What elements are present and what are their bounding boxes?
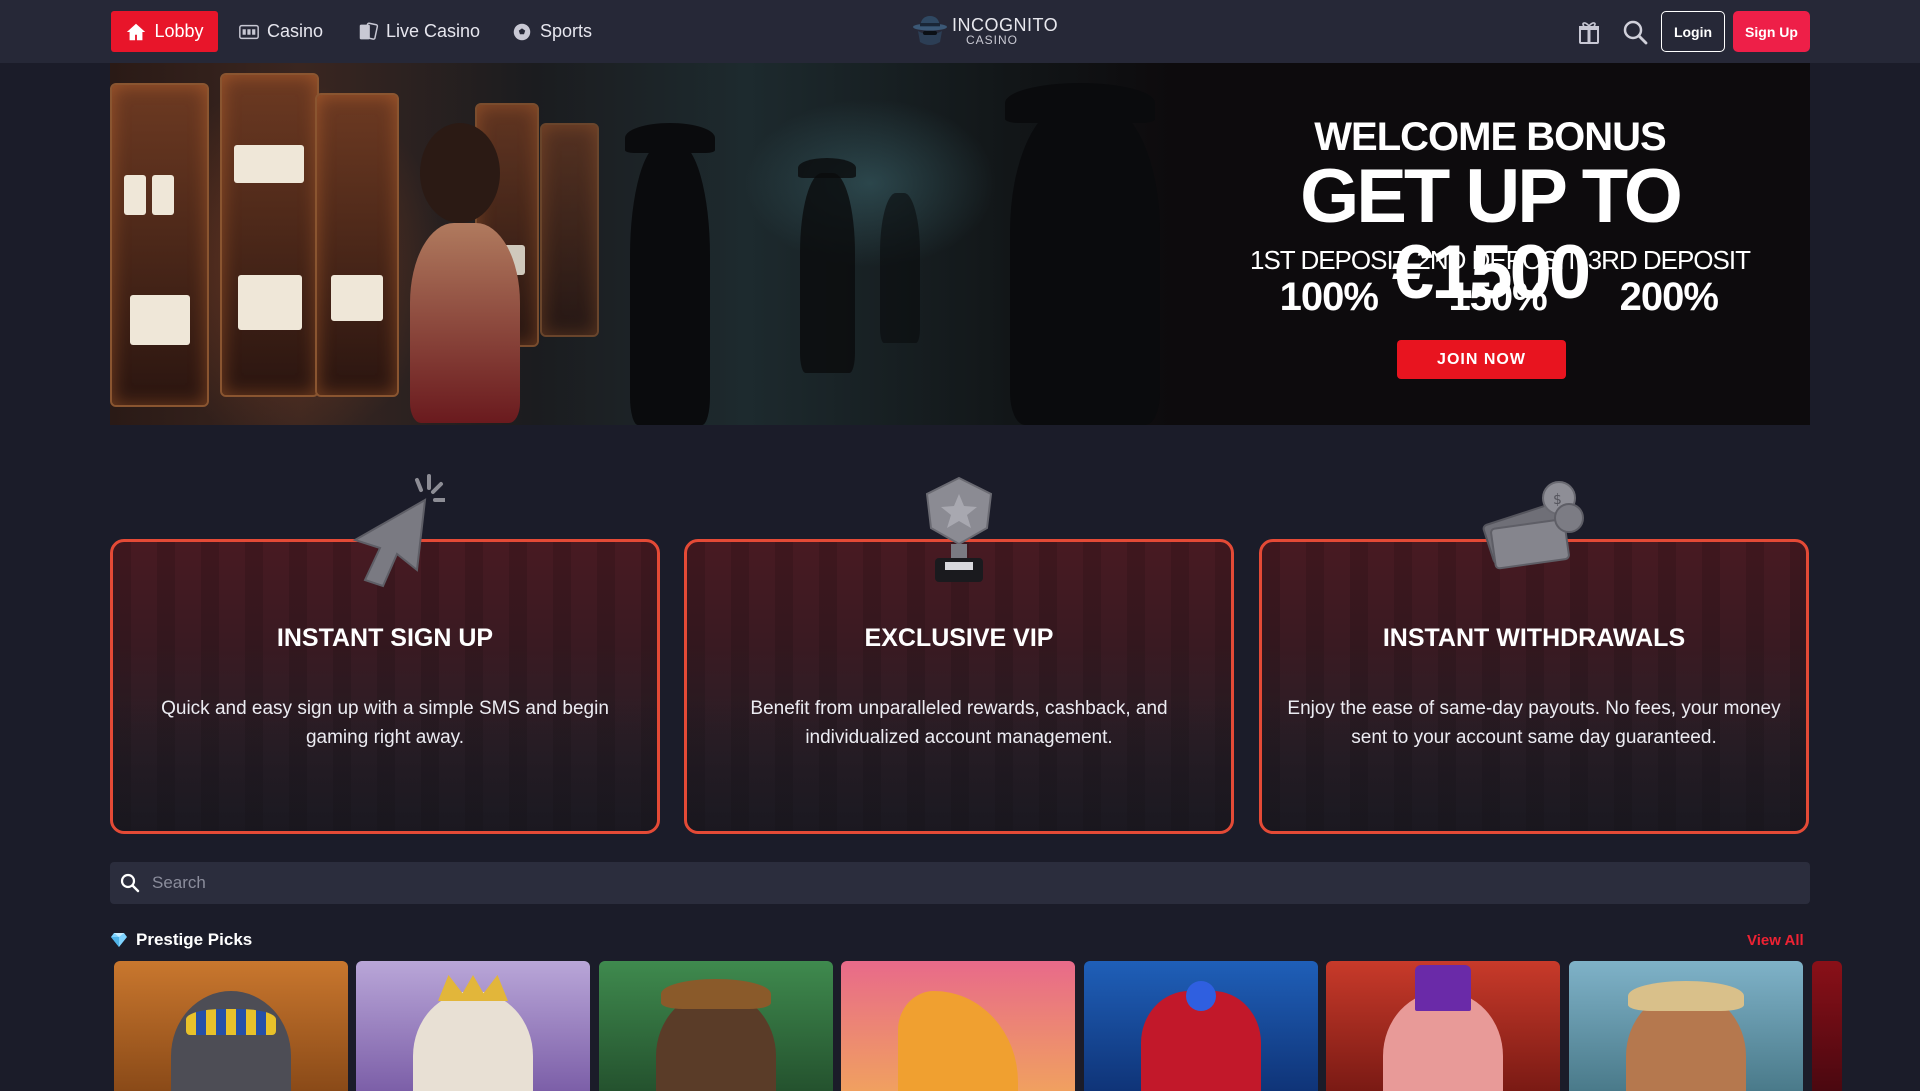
game-tile-partial[interactable] [1812, 961, 1842, 1091]
nav-live-casino[interactable]: Live Casino [343, 11, 494, 52]
trophy-icon [925, 476, 993, 582]
game-tile[interactable] [356, 961, 590, 1091]
search-input[interactable] [150, 872, 1754, 894]
nav-sports[interactable]: Sports [497, 11, 606, 52]
deposit-tier: 1ST DEPOSIT 100% [1250, 245, 1409, 319]
feature-title: INSTANT SIGN UP [276, 624, 494, 652]
section-title: Prestige Picks [136, 930, 253, 949]
search-icon [120, 873, 140, 893]
site-logo[interactable]: INCOGNITO CASINO [912, 14, 1058, 48]
feature-text: Benefit from unparalleled rewards, cashb… [750, 698, 1168, 748]
game-tile[interactable] [599, 961, 833, 1091]
nav-lobby-label: Lobby [154, 21, 204, 41]
deposit-tier: 2ND DEPOSIT 150% [1416, 245, 1579, 319]
banner-artwork [110, 63, 1170, 425]
game-tiles-row [114, 961, 1842, 1091]
game-tile[interactable] [1569, 961, 1803, 1091]
section-header: Prestige Picks [110, 930, 252, 950]
deposit-label: 1ST DEPOSIT [1250, 245, 1409, 275]
deposit-tier: 3RD DEPOSIT 200% [1587, 245, 1751, 319]
feature-text: Enjoy the ease of same-day payouts. No f… [1287, 698, 1781, 748]
banner-copy: WELCOME BONUS GET UP TO €1500 1ST DEPOSI… [1210, 63, 1770, 425]
svg-text:$: $ [1553, 492, 1562, 508]
deposit-percent: 200% [1619, 275, 1719, 319]
game-tile[interactable] [841, 961, 1075, 1091]
nav-live-casino-label: Live Casino [386, 21, 481, 41]
woman-figure [390, 123, 540, 423]
deposit-tiers: 1ST DEPOSIT 100% 2ND DEPOSIT 150% 3RD DE… [1250, 245, 1751, 319]
join-now-button[interactable]: JOIN NOW [1397, 340, 1566, 379]
gift-icon[interactable] [1578, 20, 1600, 44]
nav-sports-label: Sports [540, 21, 593, 41]
view-all-link[interactable]: View All [1747, 932, 1804, 949]
deposit-percent: 100% [1279, 275, 1379, 319]
search-icon[interactable] [1622, 19, 1648, 45]
feature-title: INSTANT WITHDRAWALS [1382, 624, 1686, 652]
top-navbar: Lobby Casino Live Casino Sports INCOGNIT… [0, 0, 1920, 63]
nav-lobby[interactable]: Lobby [111, 11, 218, 52]
login-button[interactable]: Login [1661, 11, 1725, 52]
deposit-label: 2ND DEPOSIT [1416, 245, 1579, 275]
feature-title: EXCLUSIVE VIP [864, 624, 1054, 652]
game-tile[interactable] [114, 961, 348, 1091]
feature-text: Quick and easy sign up with a simple SMS… [161, 698, 609, 748]
deposit-percent: 150% [1448, 275, 1547, 319]
diamond-icon [111, 933, 127, 947]
home-icon [127, 23, 146, 40]
signup-button[interactable]: Sign Up [1733, 11, 1810, 52]
nav-casino[interactable]: Casino [224, 11, 337, 52]
logo-subtitle: CASINO [966, 33, 1019, 47]
cards-icon [359, 21, 379, 40]
deposit-label: 3RD DEPOSIT [1587, 245, 1751, 275]
game-tile[interactable] [1326, 961, 1560, 1091]
game-search-bar[interactable] [110, 862, 1810, 904]
money-coins-icon: $ [1482, 481, 1584, 570]
cursor-click-icon [352, 474, 445, 588]
logo-title: INCOGNITO [952, 15, 1059, 35]
welcome-bonus-banner[interactable]: WELCOME BONUS GET UP TO €1500 1ST DEPOSI… [110, 63, 1810, 425]
slot-machine-icon [239, 24, 259, 39]
soccer-ball-icon [513, 23, 531, 40]
game-tile[interactable] [1084, 961, 1318, 1091]
spy-hat-icon [913, 16, 947, 45]
nav-casino-label: Casino [267, 21, 324, 41]
